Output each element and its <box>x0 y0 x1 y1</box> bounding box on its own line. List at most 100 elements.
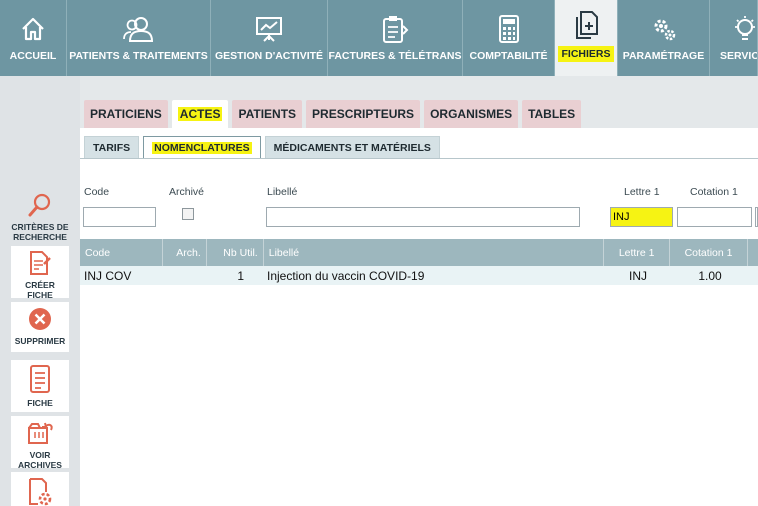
secondary-tabs: TARIFS NOMENCLATURES MÉDICAMENTS ET MATÉ… <box>80 136 440 158</box>
header-label: Arch. <box>176 246 201 259</box>
nav-label: COMPTABILITÉ <box>469 50 548 62</box>
archive-filter-label: Archivé <box>169 186 205 198</box>
tab-label: PRESCRIPTEURS <box>312 107 415 121</box>
top-navigation: ACCUEIL PATIENTS & TRAITEMENTS GESTION D… <box>0 0 758 76</box>
nav-gestion-activite[interactable]: GESTION D'ACTIVITÉ <box>211 0 328 76</box>
search-icon <box>27 192 53 220</box>
rail-label: FICHE <box>27 398 53 408</box>
rail-label: RECHERCHE <box>13 232 67 242</box>
rail-label: CRITÈRES DE <box>11 222 69 232</box>
column-header-lettre1[interactable]: Lettre 1 <box>604 239 671 266</box>
tab-prescripteurs[interactable]: PRESCRIPTEURS <box>306 100 421 128</box>
column-header-nb-util[interactable]: Nb Util. <box>207 239 264 266</box>
tab-label: PRATICIENS <box>90 107 162 121</box>
column-header-libelle[interactable]: Libellé <box>264 239 605 266</box>
gears-icon <box>650 14 678 44</box>
nav-comptabilite[interactable]: COMPTABILITÉ <box>463 0 555 76</box>
rail-label: CRÉER <box>25 280 55 290</box>
nav-label: FICHIERS <box>558 46 614 62</box>
results-table-header: Code Arch. Nb Util. Libellé Lettre 1 Cot… <box>80 239 758 266</box>
tab-praticiens[interactable]: PRATICIENS <box>84 100 168 128</box>
create-fiche-button[interactable]: CRÉER FICHE <box>11 246 69 300</box>
tab-patients[interactable]: PATIENTS <box>232 100 303 128</box>
lettre1-filter-label: Lettre 1 <box>624 186 660 198</box>
fiche-button[interactable]: FICHE <box>11 360 69 412</box>
tab-label: PATIENTS <box>238 107 297 121</box>
libelle-filter-input[interactable] <box>266 207 580 227</box>
tab-label: TARIFS <box>93 141 131 154</box>
cell-arch <box>163 266 207 285</box>
tab-label: TABLES <box>528 107 576 121</box>
archive-folder-icon <box>26 420 54 448</box>
tab-tarifs[interactable]: TARIFS <box>84 136 140 158</box>
header-label: Code <box>85 246 111 259</box>
tab-label: ORGANISMES <box>430 107 513 121</box>
nav-service[interactable]: SERVICE <box>710 0 758 76</box>
search-criteria-button[interactable]: CRITÈRES DE RECHERCHE <box>11 188 69 244</box>
code-filter-input[interactable] <box>83 207 156 227</box>
nav-label: ACCUEIL <box>9 50 57 62</box>
cell-nb-util: 1 <box>237 268 244 283</box>
tab-divider <box>80 158 758 159</box>
tab-organismes[interactable]: ORGANISMES <box>424 100 519 128</box>
rail-label: FICHE <box>27 290 53 300</box>
lettre1-filter-input[interactable] <box>610 207 673 227</box>
rail-label: ARCHIVES <box>18 460 62 470</box>
cell-libelle: Injection du vaccin COVID-19 <box>267 268 425 283</box>
action-rail: CRITÈRES DE RECHERCHE CRÉER FICHE SUPPRI… <box>0 76 80 506</box>
libelle-filter-label: Libellé <box>267 186 298 198</box>
column-header-code[interactable]: Code <box>80 239 163 266</box>
cell-lettre1: INJ <box>629 268 647 283</box>
nav-label: PATIENTS & TRAITEMENTS <box>69 50 208 62</box>
header-label: Lettre 1 <box>618 246 655 259</box>
delete-icon <box>27 306 53 334</box>
header-label: Libellé <box>268 246 300 259</box>
lightbulb-icon <box>720 14 757 44</box>
code-filter-label: Code <box>84 186 110 198</box>
column-header-arch[interactable]: Arch. <box>163 239 207 266</box>
primary-tabs: PRATICIENS ACTES PATIENTS PRESCRIPTEURS … <box>80 100 582 130</box>
main-content: PRATICIENS ACTES PATIENTS PRESCRIPTEURS … <box>80 76 758 506</box>
users-icon <box>122 14 156 44</box>
create-document-icon <box>28 250 52 278</box>
chart-board-icon <box>255 14 283 44</box>
view-archives-button[interactable]: VOIR ARCHIVES <box>11 416 69 470</box>
document-settings-icon <box>26 476 54 506</box>
tab-nomenclatures[interactable]: NOMENCLATURES <box>143 136 261 158</box>
document-icon <box>28 364 52 396</box>
table-row[interactable]: INJ COV 1 Injection du vaccin COVID-19 I… <box>80 266 758 285</box>
actes-panel: TARIFS NOMENCLATURES MÉDICAMENTS ET MATÉ… <box>80 128 758 506</box>
header-label: Cotation 1 <box>684 246 733 259</box>
rail-label: SUPPRIMER <box>14 336 66 346</box>
delete-button[interactable]: SUPPRIMER <box>11 302 69 352</box>
home-icon <box>20 14 46 44</box>
nav-factures-teletrans[interactable]: FACTURES & TÉLÉTRANS <box>328 0 463 76</box>
nav-fichiers[interactable]: FICHIERS <box>555 0 618 76</box>
column-header-more <box>748 239 758 266</box>
nav-parametrage[interactable]: PARAMÉTRAGE <box>618 0 710 76</box>
clipboard-transfer-icon <box>380 14 410 44</box>
nav-label: GESTION D'ACTIVITÉ <box>214 50 324 62</box>
cell-code: INJ COV <box>84 268 132 283</box>
nav-label: FACTURES & TÉLÉTRANS <box>328 50 462 62</box>
calculator-icon <box>498 14 520 44</box>
files-add-icon <box>573 10 599 40</box>
nav-patients-traitements[interactable]: PATIENTS & TRAITEMENTS <box>67 0 211 76</box>
tab-medicaments-materiels[interactable]: MÉDICAMENTS ET MATÉRIELS <box>264 136 440 158</box>
tab-tables[interactable]: TABLES <box>522 100 582 128</box>
nav-label: SERVICE <box>720 50 757 62</box>
archive-filter-checkbox[interactable] <box>182 208 194 220</box>
tab-label: MÉDICAMENTS ET MATÉRIELS <box>273 141 431 154</box>
nav-label: PARAMÉTRAGE <box>622 50 705 62</box>
nav-accueil[interactable]: ACCUEIL <box>0 0 67 76</box>
cell-cotation1: 1.00 <box>698 268 722 283</box>
tab-label: ACTES <box>177 107 223 121</box>
cotation1-filter-label: Cotation 1 <box>690 186 738 198</box>
tab-actes[interactable]: ACTES <box>171 100 229 128</box>
column-header-cotation1[interactable]: Cotation 1 <box>670 239 748 266</box>
header-label: Nb Util. <box>223 246 258 259</box>
fiche-settings-button[interactable] <box>11 472 69 506</box>
rail-label: VOIR <box>29 450 51 460</box>
cotation1-filter-input[interactable] <box>677 207 752 227</box>
tab-label: NOMENCLATURES <box>152 141 252 154</box>
